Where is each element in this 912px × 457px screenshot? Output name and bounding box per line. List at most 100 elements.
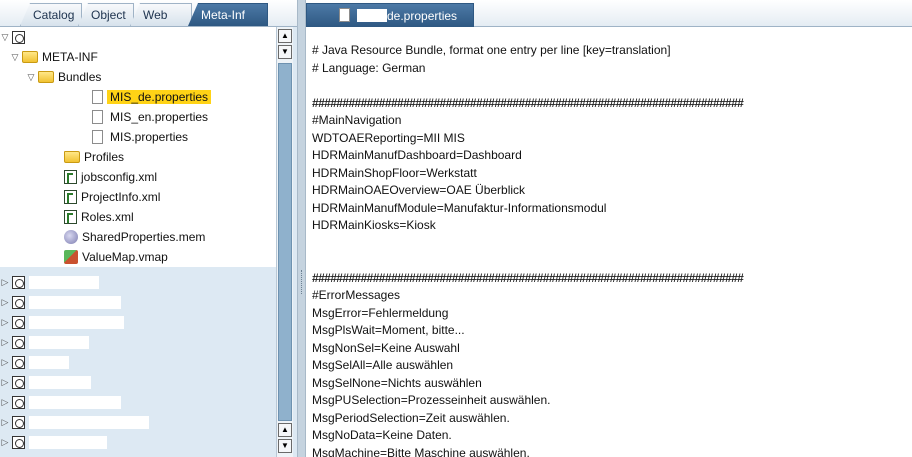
collapse-arrow-icon[interactable]: ▷ xyxy=(0,337,10,348)
editor-line[interactable]: MsgSelAll=Alle auswählen xyxy=(312,357,912,375)
editor-line[interactable]: #MainNavigation xyxy=(312,112,912,130)
project-icon xyxy=(12,355,25,369)
editor-text-area[interactable]: # Java Resource Bundle, format one entry… xyxy=(306,30,912,457)
redacted-label xyxy=(29,355,69,369)
tree-sharedproperties[interactable]: SharedProperties.mem xyxy=(0,227,276,247)
editor-line[interactable] xyxy=(312,77,912,95)
collapse-arrow-icon[interactable]: ▷ xyxy=(0,397,10,408)
tree-file-mis[interactable]: MIS.properties xyxy=(0,127,276,147)
editor-line[interactable]: # Language: German xyxy=(312,60,912,78)
tab-catalog[interactable]: Catalog xyxy=(20,3,82,26)
tree-project[interactable]: ▷ xyxy=(0,312,276,332)
tab-object[interactable]: Object xyxy=(78,3,134,26)
tab-meta-inf[interactable]: Meta-Inf xyxy=(188,3,268,26)
editor-line[interactable]: MsgPeriodSelection=Zeit auswählen. xyxy=(312,410,912,428)
tree-profiles[interactable]: Profiles xyxy=(0,147,276,167)
editor-line[interactable]: #ErrorMessages xyxy=(312,287,912,305)
tree-label: Profiles xyxy=(84,150,125,164)
tree-project[interactable]: ▷ xyxy=(0,392,276,412)
tab-web[interactable]: Web xyxy=(130,3,192,26)
project-icon xyxy=(12,275,25,289)
editor-line[interactable] xyxy=(312,252,912,270)
project-icon xyxy=(12,395,25,409)
tree-project[interactable]: ▷ xyxy=(0,412,276,432)
redacted-label xyxy=(29,315,124,329)
file-icon xyxy=(92,90,103,104)
expand-icon[interactable]: ▽ xyxy=(0,32,10,43)
tree-file-mis-de[interactable]: MIS_de.properties xyxy=(0,87,276,107)
redacted-label xyxy=(29,295,121,309)
editor-line[interactable]: HDRMainShopFloor=Werkstatt xyxy=(312,165,912,183)
editor-line[interactable]: MsgPUSelection=Prozesseinheit auswählen. xyxy=(312,392,912,410)
editor-line[interactable]: HDRMainManufDashboard=Dashboard xyxy=(312,147,912,165)
tree-label: jobsconfig.xml xyxy=(81,170,158,184)
shared-properties-icon xyxy=(64,230,78,244)
folder-icon xyxy=(38,71,54,83)
redacted-label xyxy=(29,415,149,429)
tree-project[interactable]: ▷ xyxy=(0,352,276,372)
redacted-label xyxy=(29,275,99,289)
collapse-arrow-icon[interactable]: ▷ xyxy=(0,377,10,388)
expand-icon[interactable]: ▽ xyxy=(26,72,36,83)
expand-icon[interactable]: ▽ xyxy=(10,52,20,63)
editor-line[interactable]: HDRMainOAEOverview=OAE Überblick xyxy=(312,182,912,200)
project-icon xyxy=(12,375,25,389)
redacted-label xyxy=(29,335,89,349)
tree-bundles[interactable]: ▽ Bundles xyxy=(0,67,276,87)
editor-line[interactable]: MsgMachine=Bitte Maschine auswählen. xyxy=(312,445,912,457)
panel-splitter[interactable] xyxy=(297,0,306,457)
collapse-arrow-icon[interactable]: ▷ xyxy=(0,297,10,308)
editor-line[interactable]: MsgNoData=Keine Daten. xyxy=(312,427,912,445)
tree-project[interactable]: ▷ xyxy=(0,432,276,452)
tree-label: META-INF xyxy=(42,50,98,64)
tree-project[interactable]: ▷ xyxy=(0,272,276,292)
tree-label: ValueMap.vmap xyxy=(82,250,168,264)
scroll-down-button[interactable]: ▼ xyxy=(278,439,292,453)
tab-properties-file[interactable]: de.properties xyxy=(306,3,474,27)
tree-label: MIS.properties xyxy=(110,130,189,144)
editor-line[interactable]: ########################################… xyxy=(312,270,912,288)
tree-valuemap[interactable]: ValueMap.vmap xyxy=(0,247,276,267)
tree-meta-inf[interactable]: ▽ META-INF xyxy=(0,47,276,67)
file-icon xyxy=(92,130,103,144)
scroll-up-button[interactable]: ▲ xyxy=(278,29,292,43)
tree-project[interactable]: ▷ xyxy=(0,292,276,312)
scrollbar-thumb[interactable] xyxy=(278,63,292,421)
tree-roles[interactable]: Roles.xml xyxy=(0,207,276,227)
tree-project-root[interactable]: ▽ xyxy=(0,27,276,47)
editor-line[interactable]: MsgError=Fehlermeldung xyxy=(312,305,912,323)
properties-editor: de.properties # Java Resource Bundle, fo… xyxy=(306,0,912,457)
xml-file-icon xyxy=(64,210,77,224)
collapse-arrow-icon[interactable]: ▷ xyxy=(0,317,10,328)
editor-line[interactable]: HDRMainKiosks=Kiosk xyxy=(312,217,912,235)
collapse-arrow-icon[interactable]: ▷ xyxy=(0,417,10,428)
scroll-down-button[interactable]: ▼ xyxy=(278,45,292,59)
editor-line[interactable]: MsgPlsWait=Moment, bitte... xyxy=(312,322,912,340)
tree-label: SharedProperties.mem xyxy=(82,230,206,244)
editor-line[interactable] xyxy=(312,235,912,253)
tree-label: Bundles xyxy=(58,70,102,84)
collapse-arrow-icon[interactable]: ▷ xyxy=(0,357,10,368)
tree-file-mis-en[interactable]: MIS_en.properties xyxy=(0,107,276,127)
tree-projectinfo[interactable]: ProjectInfo.xml xyxy=(0,187,276,207)
editor-line[interactable]: ########################################… xyxy=(312,95,912,113)
editor-line[interactable]: WDTOAEReporting=MII MIS xyxy=(312,130,912,148)
editor-line[interactable]: HDRMainManufModule=Manufaktur-Informatio… xyxy=(312,200,912,218)
tree-project[interactable]: ▷ xyxy=(0,372,276,392)
editor-line[interactable]: MsgSelNone=Nichts auswählen xyxy=(312,375,912,393)
file-tree: ▽ ▽ META-INF ▽ Bundles MIS_de.properties… xyxy=(0,27,276,457)
splitter-grip[interactable] xyxy=(301,270,303,294)
redacted-label xyxy=(357,9,387,22)
project-icon xyxy=(12,30,25,44)
folder-icon xyxy=(22,51,38,63)
tree-project[interactable]: ▷ xyxy=(0,332,276,352)
editor-line[interactable]: MsgNonSel=Keine Auswahl xyxy=(312,340,912,358)
scroll-up-button[interactable]: ▲ xyxy=(278,423,292,437)
collapse-arrow-icon[interactable]: ▷ xyxy=(0,277,10,288)
project-icon xyxy=(12,335,25,349)
editor-line[interactable]: # Java Resource Bundle, format one entry… xyxy=(312,42,912,60)
project-icon xyxy=(12,415,25,429)
collapse-arrow-icon[interactable]: ▷ xyxy=(0,437,10,448)
tree-scrollbar[interactable]: ▲ ▼ ▲ ▼ xyxy=(276,27,293,457)
tree-jobsconfig[interactable]: jobsconfig.xml xyxy=(0,167,276,187)
